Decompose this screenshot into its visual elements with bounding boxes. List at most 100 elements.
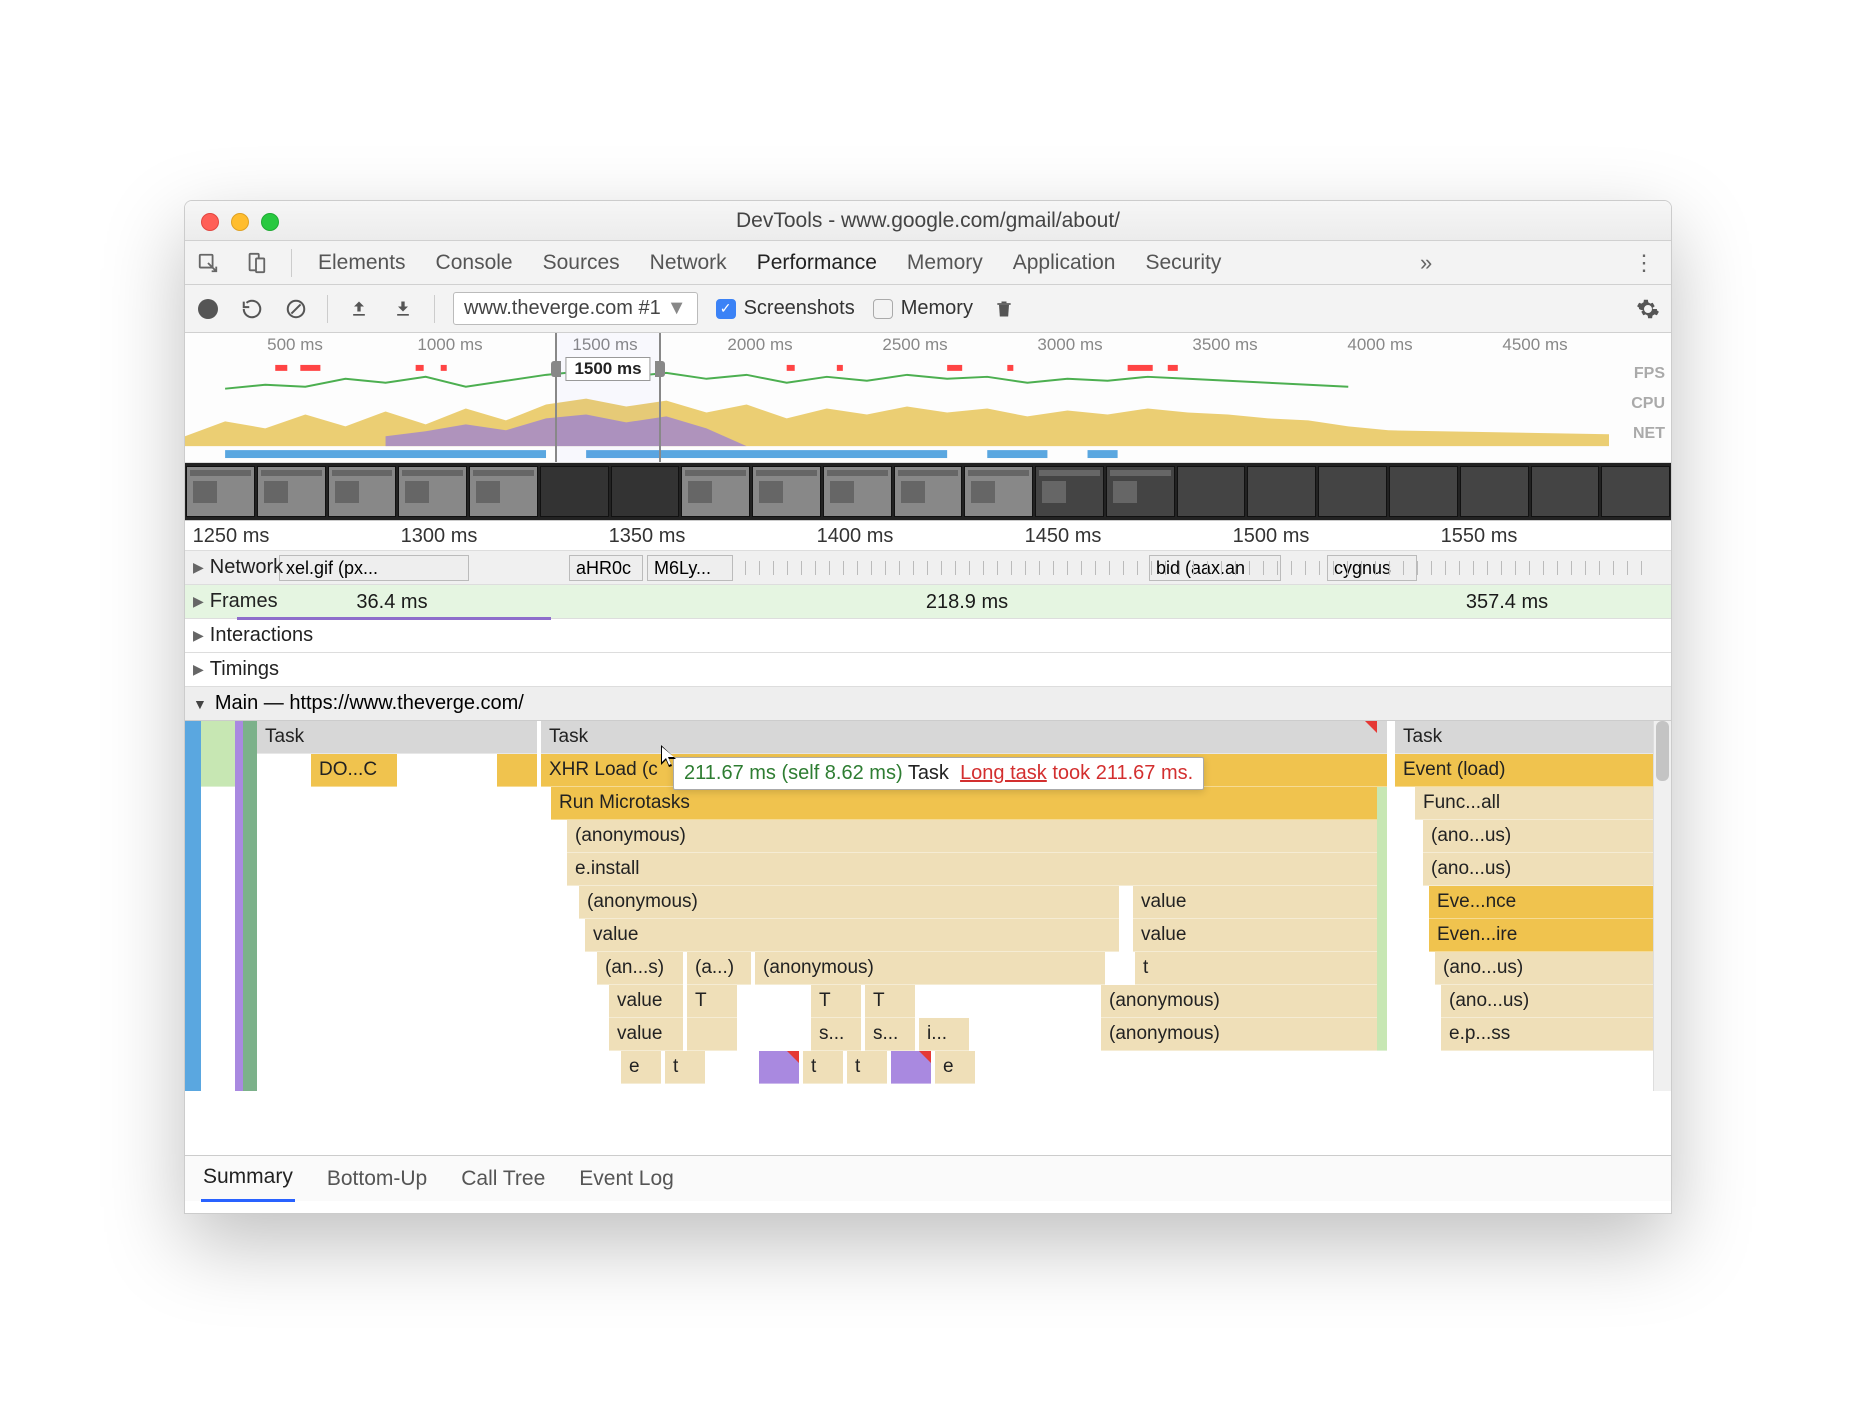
flame-block[interactable]: Event (load) [1395,754,1653,787]
flame-block[interactable]: e [935,1051,975,1084]
inspect-icon[interactable] [195,250,221,276]
flame-block[interactable]: s... [811,1018,861,1051]
frame-block[interactable]: 357.4 ms [1387,589,1627,615]
flame-block[interactable]: (anonymous) [1101,1018,1377,1051]
filmstrip-thumb[interactable] [1389,466,1458,517]
selection-handle-left[interactable] [551,361,561,377]
tab-console[interactable]: Console [432,251,517,275]
filmstrip-thumb[interactable] [469,466,538,517]
timings-track[interactable]: ▶ Timings [185,653,1671,687]
flame-task[interactable]: Task [1395,721,1653,754]
overview-panel[interactable]: 500 ms 1000 ms 1500 ms 2000 ms 2500 ms 3… [185,333,1671,463]
filmstrip-thumb[interactable] [1601,466,1670,517]
flame-block[interactable]: e.install [567,853,1377,886]
clear-button[interactable] [283,296,309,322]
tabs-overflow-icon[interactable]: » [1414,250,1438,276]
flame-block[interactable]: (ano...us) [1423,853,1653,886]
flame-chart[interactable]: Task DO...C Task XHR Load (c Run Microta… [185,721,1671,1091]
network-item[interactable]: xel.gif (px... [279,555,469,581]
filmstrip-thumb[interactable] [398,466,467,517]
timings-track-header[interactable]: ▶ Timings [185,653,279,686]
flame-block[interactable]: e [621,1051,661,1084]
filmstrip-thumb[interactable] [328,466,397,517]
interactions-track-header[interactable]: ▶ Interactions [185,619,313,652]
close-icon[interactable] [201,213,219,231]
flame-block[interactable]: T [687,985,737,1018]
memory-checkbox[interactable]: Memory [873,297,973,320]
timeline-ruler[interactable]: 1250 ms 1300 ms 1350 ms 1400 ms 1450 ms … [185,521,1671,551]
flame-task[interactable]: Task [257,721,497,754]
upload-icon[interactable] [346,296,372,322]
filmstrip-thumb[interactable] [894,466,963,517]
filmstrip-thumb[interactable] [1247,466,1316,517]
frame-block[interactable]: 36.4 ms [237,589,547,615]
main-track-header[interactable]: ▼ Main — https://www.theverge.com/ [185,687,1671,721]
flame-block[interactable]: (anonymous) [567,820,1377,853]
flame-block[interactable]: t [847,1051,887,1084]
tab-performance[interactable]: Performance [753,251,881,275]
flame-block[interactable]: i... [919,1018,969,1051]
filmstrip-thumb[interactable] [540,466,609,517]
flame-block[interactable]: T [811,985,861,1018]
flame-block-layout[interactable] [759,1051,799,1084]
network-track[interactable]: ▶ Network xel.gif (px... aHR0c M6Ly... b… [185,551,1671,585]
maximize-icon[interactable] [261,213,279,231]
flame-block[interactable]: (ano...us) [1435,952,1653,985]
flame-block[interactable]: (ano...us) [1423,820,1653,853]
reload-button[interactable] [239,296,265,322]
trash-icon[interactable] [991,296,1017,322]
flame-block[interactable]: (an...s) [597,952,683,985]
flame-block[interactable]: Even...ire [1429,919,1653,952]
network-item[interactable]: M6Ly... [647,555,733,581]
tab-elements[interactable]: Elements [314,251,410,275]
network-item[interactable]: aHR0c [569,555,643,581]
filmstrip-thumb[interactable] [1531,466,1600,517]
tab-event-log[interactable]: Event Log [577,1157,676,1201]
flame-block[interactable]: t [1135,952,1377,985]
flame-block[interactable]: t [803,1051,843,1084]
tab-sources[interactable]: Sources [539,251,624,275]
flame-block[interactable]: DO...C [311,754,397,787]
tab-summary[interactable]: Summary [201,1155,295,1202]
scrollbar-vertical[interactable] [1653,721,1671,1091]
flame-block[interactable]: s... [865,1018,915,1051]
flame-block[interactable]: value [1133,886,1377,919]
flame-block[interactable]: t [665,1051,705,1084]
download-icon[interactable] [390,296,416,322]
flame-block[interactable]: value [1133,919,1377,952]
flame-block[interactable]: Func...all [1415,787,1653,820]
menu-icon[interactable]: ⋮ [1627,250,1661,276]
network-track-header[interactable]: ▶ Network [185,551,283,584]
flame-block[interactable]: Eve...nce [1429,886,1653,919]
selection-handle-right[interactable] [655,361,665,377]
filmstrip-thumb[interactable] [1318,466,1387,517]
flame-block[interactable]: T [865,985,915,1018]
filmstrip-thumb[interactable] [964,466,1033,517]
record-button[interactable] [195,296,221,322]
tab-security[interactable]: Security [1141,251,1225,275]
filmstrip[interactable] [185,463,1671,521]
frame-block[interactable]: 218.9 ms [547,589,1387,615]
flame-block[interactable]: value [609,1018,683,1051]
filmstrip-thumb[interactable] [681,466,750,517]
flame-block[interactable]: Run Microtasks [551,787,1377,820]
filmstrip-thumb[interactable] [611,466,680,517]
tab-network[interactable]: Network [646,251,731,275]
tab-call-tree[interactable]: Call Tree [459,1157,547,1201]
filmstrip-thumb[interactable] [1106,466,1175,517]
screenshots-checkbox[interactable]: ✓ Screenshots [716,297,855,320]
frames-track-header[interactable]: ▶ Frames [185,585,278,618]
tab-application[interactable]: Application [1009,251,1120,275]
filmstrip-thumb[interactable] [1035,466,1104,517]
flame-block[interactable]: (ano...us) [1441,985,1653,1018]
minimize-icon[interactable] [231,213,249,231]
filmstrip-thumb[interactable] [257,466,326,517]
flame-block[interactable]: (anonymous) [579,886,1119,919]
flame-block-layout[interactable] [891,1051,931,1084]
tab-bottom-up[interactable]: Bottom-Up [325,1157,429,1201]
filmstrip-thumb[interactable] [823,466,892,517]
filmstrip-thumb[interactable] [186,466,255,517]
recording-select[interactable]: www.theverge.com #1 ▼ [453,292,698,325]
gear-icon[interactable] [1635,296,1661,322]
flame-block[interactable]: value [585,919,1119,952]
